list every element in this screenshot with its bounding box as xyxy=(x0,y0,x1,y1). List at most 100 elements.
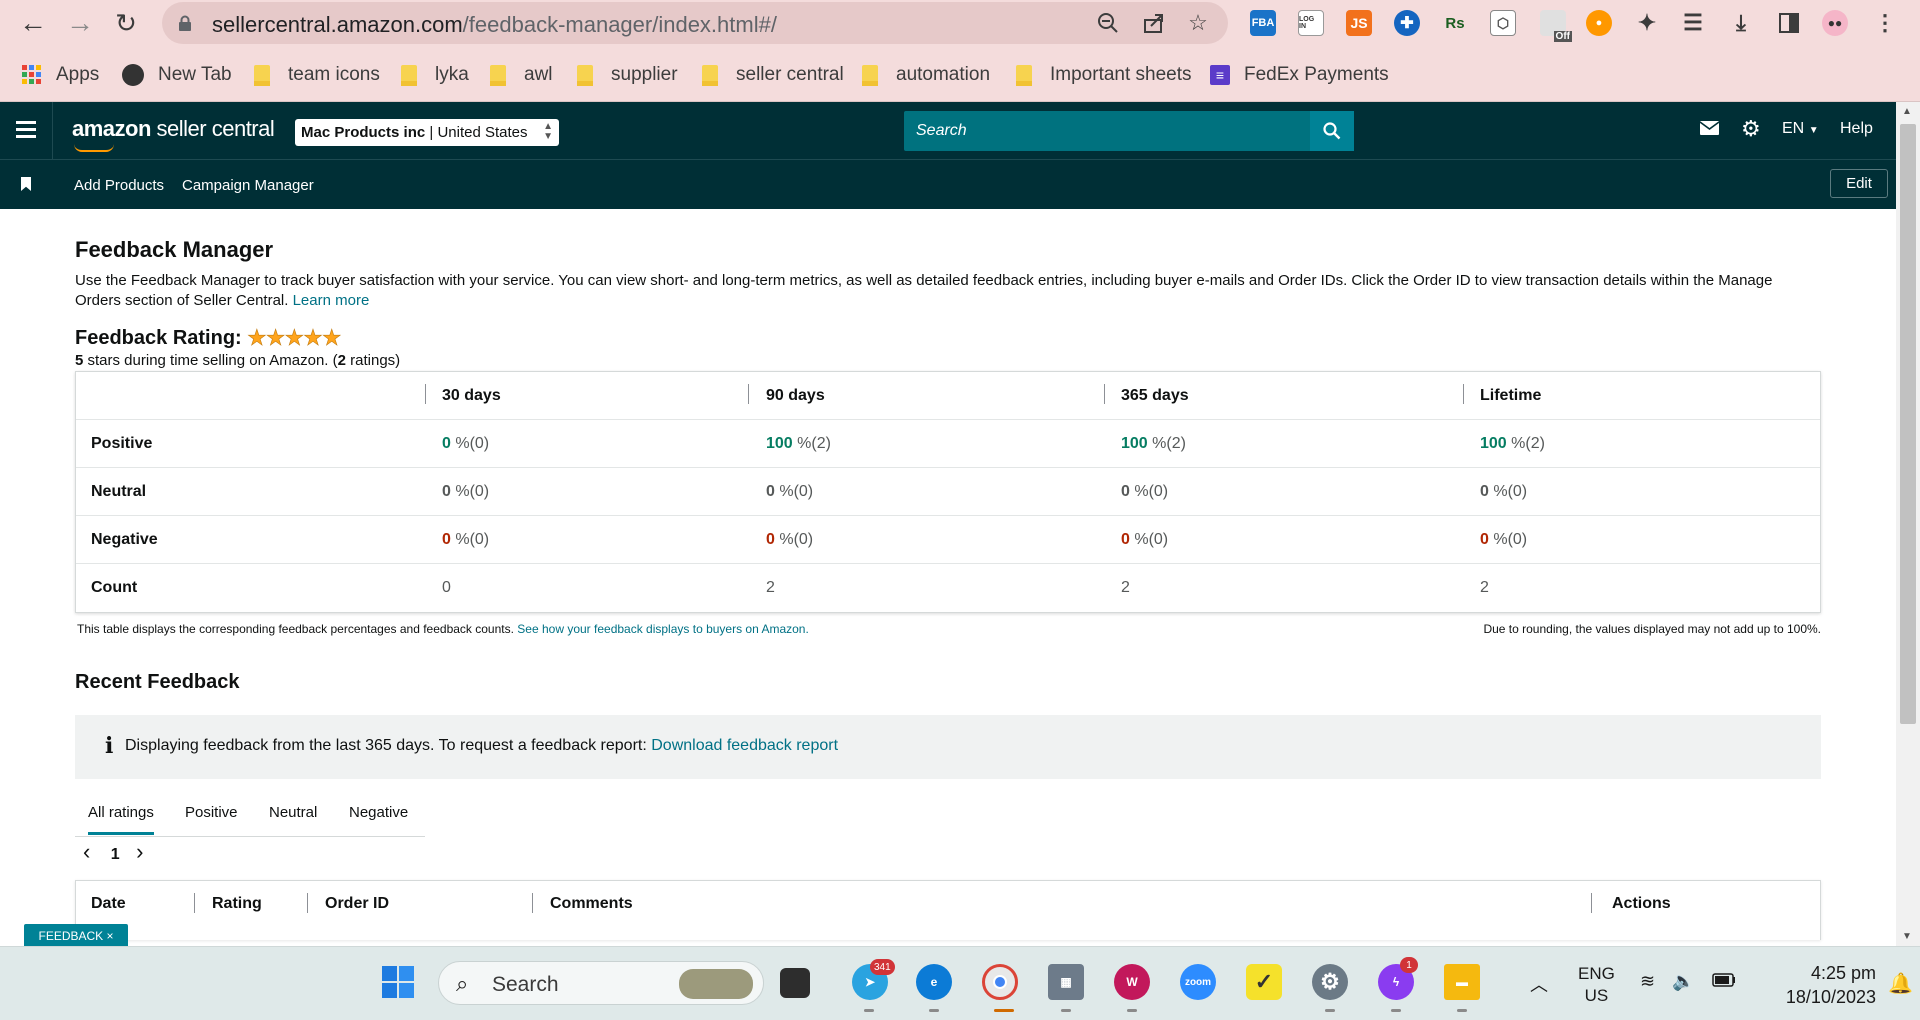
clock[interactable]: 4:25 pm 18/10/2023 xyxy=(1760,961,1876,1009)
bookmark-important-sheets[interactable]: Important sheets xyxy=(1016,62,1192,88)
bookmark-seller-central[interactable]: seller central xyxy=(702,62,844,88)
column-header-comments[interactable]: Comments xyxy=(550,895,633,913)
row-label: Neutral xyxy=(91,483,147,500)
learn-more-link[interactable]: Learn more xyxy=(293,292,370,309)
wps-icon[interactable]: W xyxy=(1114,964,1150,1000)
taskbar-search[interactable]: ⌕ Search xyxy=(438,961,764,1005)
column-header-order-id[interactable]: Order ID xyxy=(325,895,389,913)
column-header-rating[interactable]: Rating xyxy=(212,895,262,913)
menu-kebab-icon[interactable]: ⋮ xyxy=(1872,10,1898,36)
language-indicator[interactable]: ENG US xyxy=(1578,963,1615,1007)
calculator-icon[interactable]: ▦ xyxy=(1048,964,1084,1000)
bookmark-new-tab[interactable]: New Tab xyxy=(122,62,232,88)
folder-icon xyxy=(401,65,417,86)
tab-positive[interactable]: Positive xyxy=(185,804,238,821)
download-icon[interactable]: ⤓ xyxy=(1728,10,1754,36)
help-link[interactable]: Help xyxy=(1840,120,1873,138)
column-header: Lifetime xyxy=(1480,387,1542,404)
language-selector[interactable]: EN ▼ xyxy=(1782,120,1819,138)
bookmark-fedex-payments[interactable]: ≡ FedEx Payments xyxy=(1210,62,1389,88)
reading-list-icon[interactable]: ☰ xyxy=(1680,10,1706,36)
account-region: United States xyxy=(437,124,528,141)
volume-icon[interactable]: 🔈 xyxy=(1672,971,1694,992)
back-icon[interactable]: ← xyxy=(13,3,53,43)
notification-bell-icon[interactable]: 🔔 xyxy=(1888,971,1913,996)
reload-icon[interactable]: ↻ xyxy=(106,3,146,43)
row-label: Count xyxy=(91,579,138,596)
page-title: Feedback Manager xyxy=(75,237,274,262)
zoom-icon[interactable]: zoom xyxy=(1180,964,1216,1000)
seller-central-logo[interactable]: amazon seller central xyxy=(72,116,275,152)
share-icon[interactable] xyxy=(1142,11,1166,35)
app-indicator xyxy=(1061,1009,1071,1012)
page-scrollbar[interactable]: ▲ ▼ xyxy=(1896,102,1920,946)
search-input[interactable]: Search xyxy=(904,111,1354,151)
settings-icon[interactable]: ⚙ xyxy=(1312,964,1348,1000)
lock-icon xyxy=(179,15,191,31)
feedback-widget-button[interactable]: FEEDBACK × xyxy=(24,924,128,948)
tab-negative[interactable]: Negative xyxy=(349,804,408,821)
fba-extension-icon[interactable]: FBA xyxy=(1250,10,1276,36)
bookmark-icon[interactable] xyxy=(21,177,31,191)
bookmark-star-icon[interactable]: ☆ xyxy=(1186,10,1210,35)
scrollbar-thumb[interactable] xyxy=(1900,124,1916,724)
bookmark-automation[interactable]: automation xyxy=(862,62,990,88)
profile-avatar-icon[interactable]: ●● xyxy=(1822,10,1848,36)
js-extension-icon[interactable]: JS xyxy=(1346,10,1372,36)
bookmark-apps[interactable]: Apps xyxy=(22,62,99,88)
wifi-icon[interactable]: ≋ xyxy=(1640,971,1655,992)
column-header-actions[interactable]: Actions xyxy=(1612,895,1671,913)
page-number[interactable]: 1 xyxy=(111,846,120,863)
sticky-notes-icon[interactable]: ✓ xyxy=(1246,964,1282,1000)
puzzle-icon[interactable]: ✦ xyxy=(1634,10,1660,36)
feedback-display-link[interactable]: See how your feedback displays to buyers… xyxy=(517,622,809,636)
metrics-row-count: Count 0 2 2 2 xyxy=(76,564,1820,612)
cube-extension-icon[interactable]: ⬡ xyxy=(1490,10,1516,36)
search-highlight-image xyxy=(679,969,753,999)
bookmark-awl[interactable]: awl xyxy=(490,62,553,88)
metric-cell: 0 %(0) xyxy=(1121,531,1169,548)
prev-page-icon[interactable]: ‹ xyxy=(83,839,90,864)
rs-extension-icon[interactable]: Rs xyxy=(1442,10,1468,36)
settings-gear-icon[interactable]: ⚙ xyxy=(1741,116,1761,142)
star-rating: ★★★★★ xyxy=(247,325,342,351)
task-view-icon[interactable] xyxy=(780,968,810,998)
seller-central-subnav: Add Products Campaign Manager Edit xyxy=(0,159,1896,209)
hamburger-menu-icon[interactable] xyxy=(16,121,36,139)
bookmark-team-icons[interactable]: team icons xyxy=(254,62,380,88)
bookmark-supplier[interactable]: supplier xyxy=(577,62,678,88)
tray-chevron-icon[interactable]: ︿ xyxy=(1530,971,1548,997)
next-page-icon[interactable]: › xyxy=(136,839,143,864)
off-extension-icon[interactable]: Off xyxy=(1540,10,1572,42)
account-picker[interactable]: Mac Products inc | United States ▲ ▼ xyxy=(295,119,559,146)
battery-icon[interactable] xyxy=(1712,973,1736,992)
tab-neutral[interactable]: Neutral xyxy=(269,804,317,821)
search-button[interactable] xyxy=(1310,111,1354,151)
scroll-up-icon[interactable]: ▲ xyxy=(1902,106,1912,117)
file-explorer-icon[interactable]: ▬ xyxy=(1444,964,1480,1000)
windows-start-icon[interactable] xyxy=(380,964,416,1000)
plus-extension-icon[interactable]: ✚ xyxy=(1394,10,1420,36)
scroll-down-icon[interactable]: ▼ xyxy=(1902,931,1912,942)
forward-icon[interactable]: → xyxy=(60,3,100,43)
nav-add-products[interactable]: Add Products xyxy=(74,177,164,194)
address-bar[interactable]: sellercentral.amazon.com/feedback-manage… xyxy=(162,2,1228,44)
edit-button[interactable]: Edit xyxy=(1830,169,1888,198)
bookmark-lyka[interactable]: lyka xyxy=(401,62,469,88)
download-report-link[interactable]: Download feedback report xyxy=(651,737,838,754)
column-separator xyxy=(307,893,308,913)
login-extension-icon[interactable]: LOG IN xyxy=(1298,10,1324,36)
mail-icon[interactable] xyxy=(1699,120,1720,140)
nav-campaign-manager[interactable]: Campaign Manager xyxy=(182,177,314,194)
edge-icon[interactable]: e xyxy=(916,964,952,1000)
side-panel-icon[interactable] xyxy=(1776,10,1802,36)
column-header-date[interactable]: Date xyxy=(91,895,126,913)
tab-all-ratings[interactable]: All ratings xyxy=(88,804,154,835)
app-indicator xyxy=(1127,1009,1137,1012)
metrics-header-row: 30 days 90 days 365 days Lifetime xyxy=(76,372,1820,420)
metrics-row-positive: Positive 0 %(0) 100 %(2) 100 %(2) 100 %(… xyxy=(76,420,1820,468)
zoom-icon[interactable] xyxy=(1096,11,1120,35)
firefox-extension-icon[interactable]: ● xyxy=(1586,10,1612,36)
amazon-smile-icon xyxy=(74,144,114,152)
chrome-icon[interactable] xyxy=(982,964,1018,1000)
